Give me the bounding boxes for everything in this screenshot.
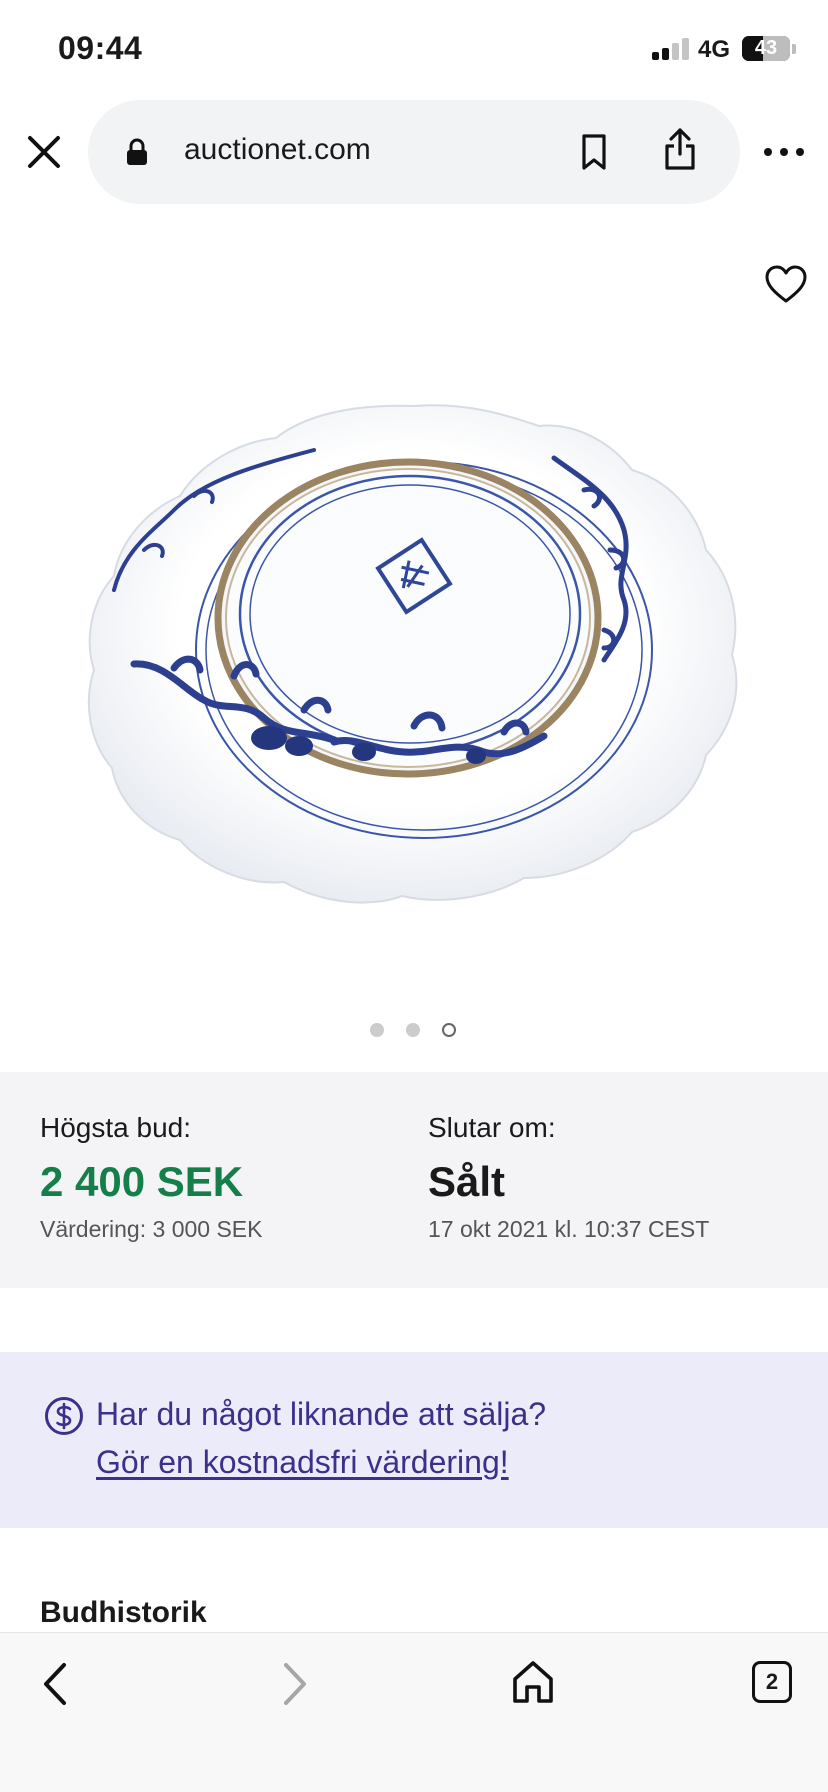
status-time: 09:44	[58, 30, 143, 66]
free-valuation-link[interactable]: Gör en kostnadsfri värdering!	[96, 1444, 509, 1481]
forward-arrow-icon[interactable]	[274, 1659, 314, 1709]
bookmark-icon[interactable]	[576, 132, 612, 172]
sell-promo-banner: Har du något liknande att sälja? Gör en …	[0, 1352, 828, 1528]
ellipsis-icon	[764, 148, 804, 156]
browser-bottom-nav: 2	[0, 1632, 828, 1792]
battery-percent: 43	[754, 37, 778, 59]
bid-info-panel: Högsta bud: 2 400 SEK Värdering: 3 000 S…	[0, 1072, 828, 1288]
valuation-text: Värdering: 3 000 SEK	[40, 1216, 263, 1242]
battery-icon: 43	[742, 36, 790, 61]
share-icon[interactable]	[662, 126, 698, 172]
highest-bid-column: Högsta bud: 2 400 SEK Värdering: 3 000 S…	[40, 1112, 262, 1243]
ends-value: Sålt	[428, 1158, 506, 1205]
network-type: 4G	[698, 36, 731, 63]
promo-question: Har du något liknande att sälja?	[96, 1396, 547, 1432]
carousel-dot-active[interactable]	[442, 1023, 456, 1037]
ends-date: 17 okt 2021 kl. 10:37 CEST	[428, 1216, 710, 1242]
tabs-button[interactable]: 2	[752, 1661, 792, 1703]
highest-bid-label: Högsta bud:	[40, 1112, 191, 1143]
home-icon[interactable]	[510, 1657, 556, 1707]
dollar-icon	[45, 1397, 83, 1435]
ends-column: Slutar om: Sålt 17 okt 2021 kl. 10:37 CE…	[428, 1112, 709, 1243]
close-icon	[28, 136, 60, 168]
status-bar: 09:44 4G 43	[0, 0, 828, 100]
product-photo-plate	[87, 404, 738, 904]
battery-cap	[792, 44, 796, 54]
carousel-dot[interactable]	[406, 1023, 420, 1037]
bid-history-heading: Budhistorik	[40, 1596, 207, 1629]
more-options-button[interactable]	[762, 136, 806, 168]
page: 09:44 4G 43 auctionet.com Högsta bud: 2 …	[0, 0, 828, 1792]
cellular-signal-icon	[652, 38, 690, 60]
close-button[interactable]	[20, 128, 68, 176]
address-bar[interactable]: auctionet.com	[88, 100, 740, 204]
carousel-dot[interactable]	[370, 1023, 384, 1037]
url-text: auctionet.com	[184, 133, 371, 166]
ends-label: Slutar om:	[428, 1112, 556, 1143]
carousel-indicator[interactable]	[366, 1020, 466, 1040]
lock-icon	[127, 138, 147, 165]
back-arrow-icon[interactable]	[36, 1659, 76, 1709]
highest-bid-value: 2 400 SEK	[40, 1158, 244, 1205]
heart-icon[interactable]	[764, 264, 808, 304]
